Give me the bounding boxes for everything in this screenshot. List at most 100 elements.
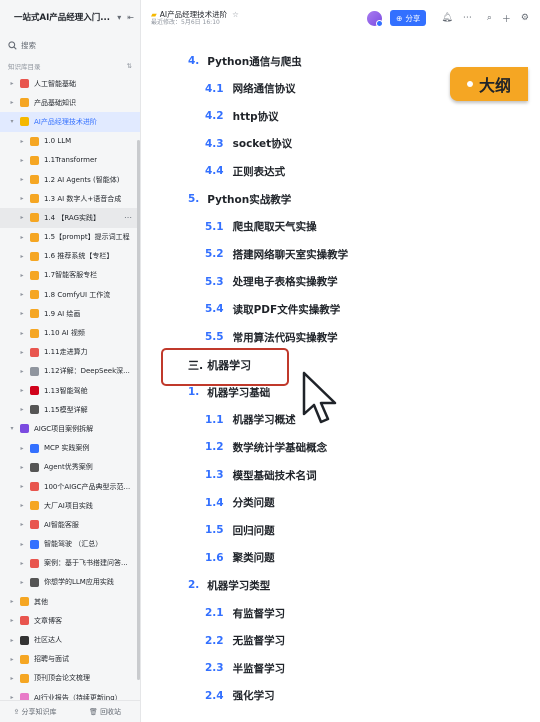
sidebar-item[interactable]: ▸ 智能驾驶 （汇总） — [0, 535, 140, 554]
sidebar-item[interactable]: ▸ 产品基础知识 — [0, 93, 140, 112]
outline-heading[interactable]: 1.5 回归问题 — [205, 516, 540, 544]
chevron-right-icon[interactable]: ▸ — [18, 464, 26, 471]
sidebar-item[interactable]: ▸ 顶刊顶会论文梳理 — [0, 669, 140, 688]
sidebar-item[interactable]: ▸ 1.12详解：DeepSeek深... — [0, 362, 140, 381]
outline-heading[interactable]: 2.1 有监督学习 — [205, 599, 540, 627]
chevron-down-icon[interactable]: ▾ — [8, 118, 16, 125]
chevron-right-icon[interactable]: ▸ — [18, 368, 26, 375]
sidebar-item[interactable]: ▾ AIGC项目案例拆解 — [0, 419, 140, 438]
outline-heading[interactable]: 1.3 模型基础技术名词 — [205, 461, 540, 489]
chevron-right-icon[interactable]: ▸ — [8, 617, 16, 624]
trash-button[interactable]: 🗑 回收站 — [70, 707, 140, 717]
collapse-sidebar-icon[interactable]: ⇤ — [127, 13, 134, 22]
star-icon[interactable]: ☆ — [232, 10, 239, 19]
chevron-right-icon[interactable]: ▸ — [8, 99, 16, 106]
sidebar-item[interactable]: ▸ 其他 — [0, 592, 140, 611]
chevron-right-icon[interactable]: ▸ — [18, 195, 26, 202]
chevron-right-icon[interactable]: ▸ — [18, 406, 26, 413]
sidebar-item[interactable]: ▸ 1.6 推荐系统【专栏】 — [0, 247, 140, 266]
chevron-right-icon[interactable]: ▸ — [18, 214, 26, 221]
chevron-right-icon[interactable]: ▸ — [8, 656, 16, 663]
sidebar-item[interactable]: ▸ 1.2 AI Agents (智能体) — [0, 170, 140, 189]
bell-icon[interactable]: 🔔︎ — [441, 13, 452, 23]
chevron-right-icon[interactable]: ▸ — [18, 560, 26, 567]
doc-title[interactable]: AI产品经理技术进阶 — [160, 10, 227, 19]
outline-heading[interactable]: 1.4 分类问题 — [205, 489, 540, 517]
chevron-right-icon[interactable]: ▸ — [18, 387, 26, 394]
chevron-right-icon[interactable]: ▸ — [18, 330, 26, 337]
sidebar-item[interactable]: ▸ 1.10 AI 视频 — [0, 323, 140, 342]
outline-heading[interactable]: 4.2 http协议 — [205, 102, 540, 130]
sidebar-item[interactable]: ▸ 1.11走进算力 — [0, 343, 140, 362]
chevron-right-icon[interactable]: ▸ — [18, 253, 26, 260]
sidebar-scrollbar[interactable] — [137, 140, 140, 680]
more-icon[interactable]: ⋯ — [463, 13, 472, 23]
more-icon[interactable]: ⋯ — [124, 213, 132, 222]
add-icon[interactable]: ＋ — [502, 12, 511, 25]
search-icon[interactable]: ⌕ — [487, 13, 492, 23]
sidebar-item[interactable]: ▸ 100个AIGC产品典型示范... — [0, 477, 140, 496]
outline-heading[interactable]: 1.2 数学统计学基础概念 — [205, 433, 540, 461]
chevron-right-icon[interactable]: ▸ — [18, 579, 26, 586]
outline-heading[interactable]: 5.2 搭建网络聊天室实操教学 — [205, 240, 540, 268]
outline-heading[interactable]: 1.1 机器学习概述 — [205, 406, 540, 434]
share-wiki-button[interactable]: ⇪ 分享知识库 — [0, 707, 70, 717]
chevron-right-icon[interactable]: ▸ — [18, 483, 26, 490]
chevron-right-icon[interactable]: ▸ — [18, 234, 26, 241]
sidebar-item[interactable]: ▸ 1.15模型详解 — [0, 400, 140, 419]
outline-heading[interactable]: 5.3 处理电子表格实操教学 — [205, 268, 540, 296]
chevron-right-icon[interactable]: ▸ — [18, 349, 26, 356]
sidebar-item[interactable]: ▸ 你想学的LLM应用实践 — [0, 573, 140, 592]
outline-heading[interactable]: 5. Python实战教学 — [188, 185, 540, 213]
chevron-right-icon[interactable]: ▸ — [18, 176, 26, 183]
outline-heading[interactable]: 2.3 半监督学习 — [205, 654, 540, 682]
share-button[interactable]: ⊕ 分享 — [390, 10, 427, 26]
chevron-down-icon[interactable]: ▾ — [117, 13, 121, 22]
sidebar-item[interactable]: ▸ MCP 实践案例 — [0, 439, 140, 458]
chevron-right-icon[interactable]: ▸ — [18, 272, 26, 279]
sidebar-item[interactable]: ▸ 1.1Transformer — [0, 151, 140, 170]
sidebar-item[interactable]: ▸ 1.9 AI 绘画 — [0, 304, 140, 323]
chevron-right-icon[interactable]: ▸ — [18, 138, 26, 145]
outline-heading[interactable]: 2.4 强化学习 — [205, 682, 540, 710]
outline-heading[interactable]: 2. 机器学习类型 — [188, 571, 540, 599]
chevron-right-icon[interactable]: ▸ — [18, 541, 26, 548]
chevron-right-icon[interactable]: ▸ — [18, 291, 26, 298]
sidebar-item[interactable]: ▸ Agent优秀案例 — [0, 458, 140, 477]
chevron-right-icon[interactable]: ▸ — [18, 157, 26, 164]
sidebar-item[interactable]: ▸ 招聘与面试 — [0, 650, 140, 669]
search-input[interactable]: 搜索 — [8, 36, 132, 54]
outline-heading[interactable]: 4.4 正则表达式 — [205, 157, 540, 185]
wiki-title[interactable]: 一站式AI产品经理入门... — [14, 11, 111, 23]
outline-heading[interactable]: 5.1 爬虫爬取天气实操 — [205, 213, 540, 241]
avatar[interactable] — [367, 10, 384, 27]
chevron-right-icon[interactable]: ▸ — [8, 675, 16, 682]
chevron-down-icon[interactable]: ▾ — [8, 425, 16, 432]
outline-heading[interactable]: 5.5 常用算法代码实操教学 — [205, 323, 540, 351]
sidebar-item[interactable]: ▸ 1.7智能客服专栏 — [0, 266, 140, 285]
outline-heading[interactable]: 1.6 聚类问题 — [205, 544, 540, 572]
sort-icon[interactable]: ⇅ — [127, 62, 132, 70]
sidebar-item[interactable]: ▸ 1.0 LLM — [0, 132, 140, 151]
settings-icon[interactable]: ⚙ — [521, 13, 529, 23]
sidebar-item[interactable]: ▸ 人工智能基础 — [0, 74, 140, 93]
chevron-right-icon[interactable]: ▸ — [8, 637, 16, 644]
sidebar-item[interactable]: ▸ 1.13智能驾舱 — [0, 381, 140, 400]
outline-heading[interactable]: 5.4 读取PDF文件实操教学 — [205, 295, 540, 323]
outline-heading[interactable]: 2.2 无监督学习 — [205, 627, 540, 655]
sidebar-item[interactable]: ▸ 1.4 【RAG实践】 ⋯ — [0, 208, 140, 228]
sidebar-item[interactable]: ▸ 社区达人 — [0, 630, 140, 649]
sidebar-item[interactable]: ▸ 1.3 AI 数字人+语音合成 — [0, 189, 140, 208]
chevron-right-icon[interactable]: ▸ — [18, 521, 26, 528]
sidebar-item[interactable]: ▸ AI智能客服 — [0, 515, 140, 534]
sidebar-item[interactable]: ▸ 1.8 ComfyUI 工作流 — [0, 285, 140, 304]
chevron-right-icon[interactable]: ▸ — [18, 502, 26, 509]
sidebar-item[interactable]: ▸ 文章博客 — [0, 611, 140, 630]
chevron-right-icon[interactable]: ▸ — [18, 445, 26, 452]
sidebar-item[interactable]: ▾ AI产品经理技术进阶 — [0, 112, 140, 132]
chevron-right-icon[interactable]: ▸ — [18, 310, 26, 317]
sidebar-item[interactable]: ▸ 1.5【prompt】提示词工程 — [0, 228, 140, 247]
chevron-right-icon[interactable]: ▸ — [8, 80, 16, 87]
sidebar-item[interactable]: ▸ 案例：基于飞书搭建问答... — [0, 554, 140, 573]
chevron-right-icon[interactable]: ▸ — [8, 598, 16, 605]
